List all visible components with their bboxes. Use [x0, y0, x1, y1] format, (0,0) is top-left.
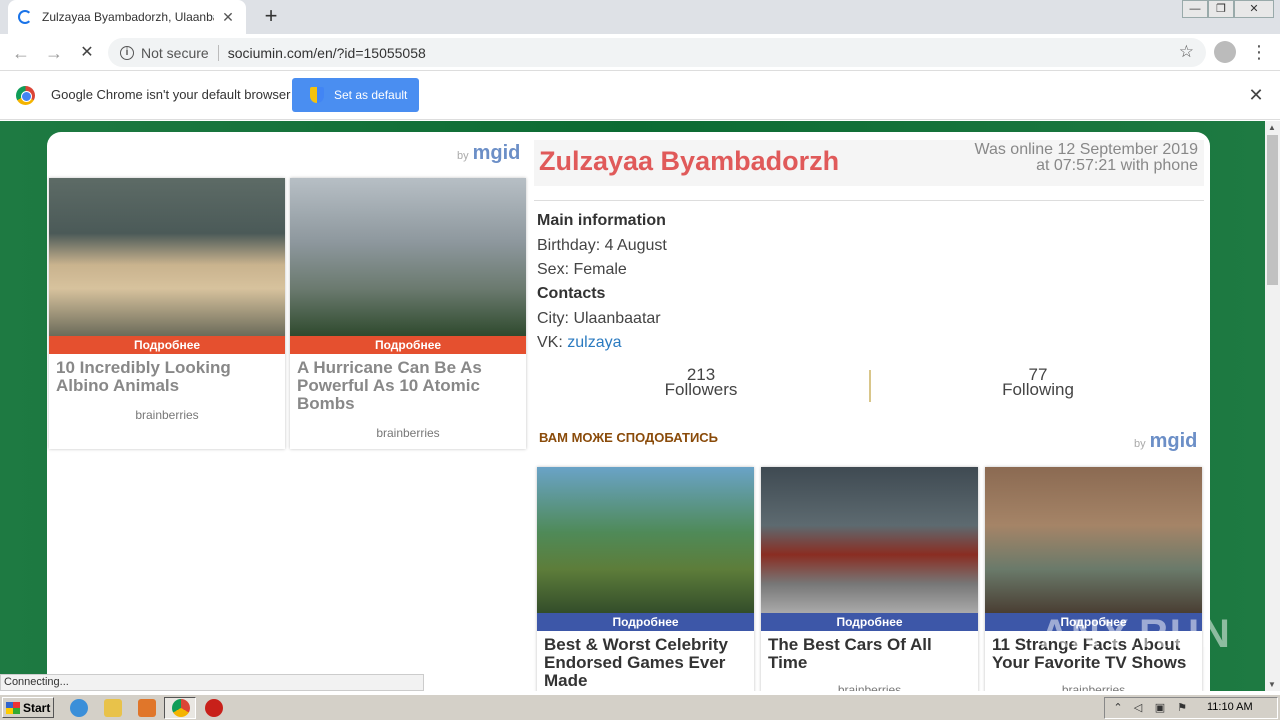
- vk-link[interactable]: zulzaya: [567, 334, 621, 351]
- menu-icon[interactable]: ⋮: [1250, 41, 1268, 63]
- mgid-logo[interactable]: by mgid: [457, 142, 520, 165]
- start-button[interactable]: Start: [2, 697, 54, 718]
- system-tray: ⌃ ◁ ▣ ⚑ 11:10 AM: [1104, 697, 1278, 719]
- maximize-button[interactable]: ❐: [1208, 0, 1234, 18]
- loading-spinner-icon: [18, 10, 32, 24]
- last-online: Was online 12 September 2019 at 07:57:21…: [974, 141, 1198, 174]
- uac-shield-icon: [310, 87, 324, 103]
- chrome-logo-icon: [16, 86, 35, 105]
- folder-icon[interactable]: [104, 699, 122, 717]
- ad-more-bar[interactable]: Подробнее: [290, 336, 526, 354]
- taskbar-chrome-button[interactable]: [164, 697, 196, 719]
- set-as-default-label: Set as default: [334, 88, 408, 102]
- tab-close-icon[interactable]: ✕: [220, 9, 236, 26]
- stats-separator: [869, 370, 871, 402]
- ad-image-car: [761, 467, 978, 613]
- network-icon[interactable]: ▣: [1153, 701, 1167, 715]
- stop-loading-button[interactable]: ✕: [76, 42, 98, 64]
- tab-strip: Zulzayaa Byambadorzh, Ulaanbaatar ✕ + — …: [0, 0, 1280, 34]
- bookmark-star-icon[interactable]: ☆: [1179, 42, 1194, 62]
- default-browser-infobar: Google Chrome isn't your default browser…: [0, 71, 1280, 120]
- url-text[interactable]: sociumin.com/en/?id=15055058: [228, 45, 426, 61]
- scroll-thumb[interactable]: [1267, 135, 1278, 285]
- ad-image-alligator: [49, 178, 285, 336]
- vk-line: VK: zulzaya: [537, 334, 622, 351]
- main-info-heading: Main information: [537, 212, 666, 229]
- ad-card-games[interactable]: Подробнее Best & Worst Celebrity Endorse…: [537, 467, 754, 691]
- mgid-logo[interactable]: by mgid: [1134, 430, 1197, 453]
- ad-title[interactable]: The Best Cars Of All Time: [768, 636, 971, 672]
- infobar-message: Google Chrome isn't your default browser: [51, 87, 291, 102]
- back-button[interactable]: ←: [10, 42, 32, 64]
- ad-source: brainberries: [135, 408, 199, 422]
- ad-image-game: [537, 467, 754, 613]
- profile-card: by mgid Подробнее 10 Incredibly Looking A…: [47, 132, 1210, 691]
- ie-icon[interactable]: [70, 699, 88, 717]
- volume-icon[interactable]: ◁: [1131, 701, 1145, 715]
- ad-image-hurricane: [290, 178, 526, 336]
- scroll-down-icon[interactable]: ▼: [1268, 680, 1276, 689]
- new-tab-button[interactable]: +: [258, 4, 284, 30]
- ad-more-bar[interactable]: Подробнее: [761, 613, 978, 631]
- profile-avatar-icon[interactable]: [1214, 41, 1236, 63]
- ad-source: brainberries: [376, 426, 440, 440]
- ad-title[interactable]: A Hurricane Can Be As Powerful As 10 Ato…: [297, 359, 519, 413]
- recommend-heading: ВАМ МОЖЕ СПОДОБАТИСЬ: [539, 430, 719, 445]
- clock: 11:10 AM: [1207, 701, 1253, 713]
- ad-card-hurricane[interactable]: Подробнее A Hurricane Can Be As Powerful…: [290, 178, 526, 449]
- browser-toolbar: ← → ✕ i Not secure sociumin.com/en/?id=1…: [0, 34, 1280, 71]
- scroll-up-icon[interactable]: ▲: [1268, 123, 1276, 132]
- chrome-icon: [172, 699, 190, 717]
- forward-button[interactable]: →: [43, 42, 65, 64]
- ad-card-tv[interactable]: Подробнее 11 Strange Facts About Your Fa…: [985, 467, 1202, 691]
- profile-header: Zulzayaa Byambadorzh Was online 12 Septe…: [534, 140, 1204, 186]
- not-secure-label: Not secure: [141, 44, 209, 61]
- following-stat[interactable]: 77 Following: [938, 366, 1138, 398]
- contacts-heading: Contacts: [537, 285, 606, 302]
- page-viewport: by mgid Подробнее 10 Incredibly Looking A…: [0, 121, 1265, 691]
- set-as-default-button[interactable]: Set as default: [292, 78, 419, 112]
- ad-image-tv: [985, 467, 1202, 613]
- anyrun-watermark: ANY.RUN: [1040, 612, 1232, 656]
- tab-active[interactable]: Zulzayaa Byambadorzh, Ulaanbaatar ✕: [8, 0, 246, 34]
- ad-source: brainberries: [837, 683, 902, 691]
- ad-title[interactable]: Best & Worst Celebrity Endorsed Games Ev…: [544, 636, 747, 690]
- infobar-close-icon[interactable]: ✕: [1248, 85, 1264, 106]
- flag-icon[interactable]: ⚑: [1175, 701, 1189, 715]
- ad-more-bar[interactable]: Подробнее: [537, 613, 754, 631]
- windows-logo-icon: [6, 701, 20, 714]
- tray-expand-icon[interactable]: ⌃: [1111, 701, 1125, 715]
- ad-more-bar[interactable]: Подробнее: [49, 336, 285, 354]
- page-scrollbar[interactable]: ▲ ▼: [1265, 121, 1280, 691]
- city: City: Ulaanbaatar: [537, 310, 661, 327]
- birthday: Birthday: 4 August: [537, 237, 667, 254]
- minimize-button[interactable]: —: [1182, 0, 1208, 18]
- sex: Sex: Female: [537, 261, 627, 278]
- omnibox-separator: [217, 44, 219, 61]
- ad-source: brainberries: [1061, 683, 1126, 691]
- ad-card-cars[interactable]: Подробнее The Best Cars Of All Time brai…: [761, 467, 978, 691]
- header-divider: [534, 200, 1204, 201]
- media-player-icon[interactable]: [138, 699, 156, 717]
- stop-icon[interactable]: [205, 699, 223, 717]
- ad-card-albino[interactable]: Подробнее 10 Incredibly Looking Albino A…: [49, 178, 285, 449]
- windows-taskbar: Start ⌃ ◁ ▣ ⚑ 11:10 AM: [0, 694, 1280, 720]
- address-bar[interactable]: i Not secure sociumin.com/en/?id=1505505…: [108, 38, 1206, 67]
- close-window-button[interactable]: ✕: [1234, 0, 1274, 18]
- profile-name: Zulzayaa Byambadorzh: [539, 146, 840, 176]
- ad-title[interactable]: 10 Incredibly Looking Albino Animals: [56, 359, 278, 395]
- tab-title: Zulzayaa Byambadorzh, Ulaanbaatar: [42, 10, 214, 24]
- info-icon[interactable]: i: [120, 45, 134, 60]
- followers-stat[interactable]: 213 Followers: [601, 366, 801, 398]
- status-bubble: Connecting...: [0, 674, 424, 691]
